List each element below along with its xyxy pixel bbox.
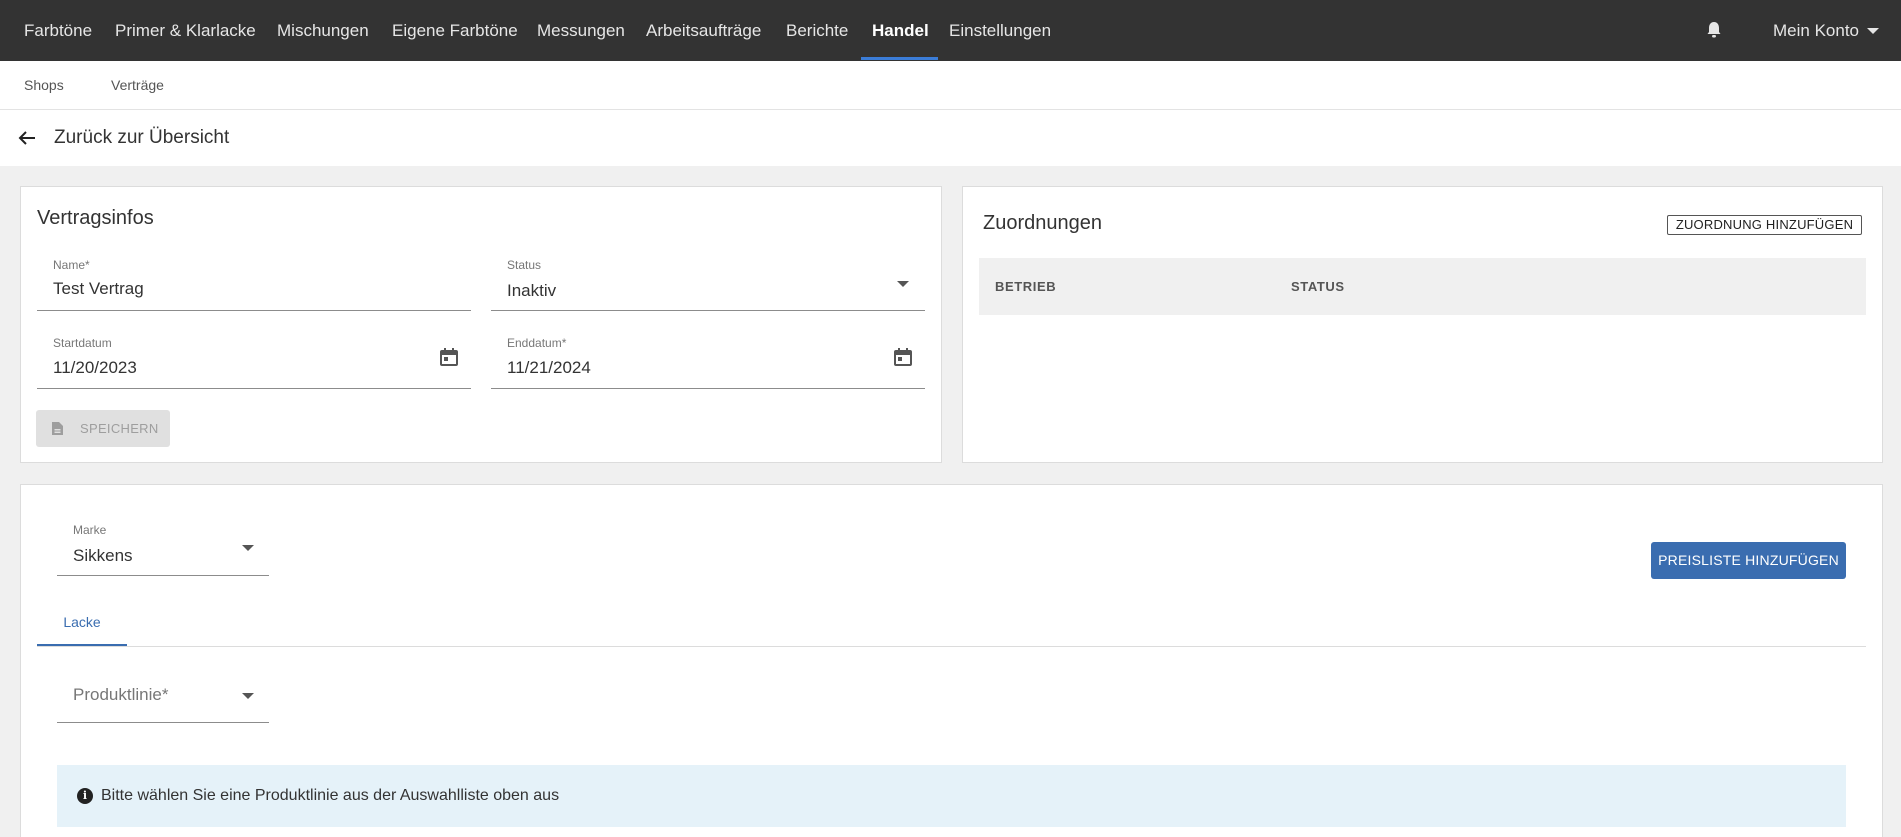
chevron-down-icon[interactable] <box>1867 28 1879 34</box>
save-button-label: SPEICHERN <box>80 421 159 436</box>
back-bar: Zurück zur Übersicht <box>0 110 1901 166</box>
tab-divider <box>37 646 1866 647</box>
nav-item-messungen[interactable]: Messungen <box>537 0 625 61</box>
product-line-select[interactable]: Produktlinie* <box>57 670 269 723</box>
nav-item-handel[interactable]: Handel <box>872 0 929 61</box>
info-message: Bitte wählen Sie eine Produktlinie aus d… <box>101 787 560 804</box>
document-icon <box>52 422 63 435</box>
nav-item-eigene-farbtoene[interactable]: Eigene Farbtöne <box>392 0 518 61</box>
chevron-down-icon[interactable] <box>242 545 254 551</box>
calendar-icon[interactable] <box>893 347 913 367</box>
arrow-left-icon[interactable] <box>18 130 36 146</box>
sub-navigation: Shops Verträge <box>0 61 1901 110</box>
tab-lacke[interactable]: Lacke <box>37 611 127 647</box>
status-select[interactable]: Status Inaktiv <box>491 258 925 311</box>
end-date-value[interactable]: 11/21/2024 <box>507 358 591 378</box>
assignments-title: Zuordnungen <box>983 212 1102 234</box>
back-to-overview-link[interactable]: Zurück zur Übersicht <box>54 110 229 166</box>
start-date-field[interactable]: Startdatum 11/20/2023 <box>37 336 471 389</box>
brand-value[interactable]: Sikkens <box>73 546 133 566</box>
subnav-item-shops[interactable]: Shops <box>24 61 64 109</box>
nav-item-arbeitsauftraege[interactable]: Arbeitsaufträge <box>646 0 761 61</box>
end-date-label: Enddatum* <box>507 336 567 350</box>
contract-info-title: Vertragsinfos <box>37 207 154 229</box>
subnav-item-vertraege[interactable]: Verträge <box>111 61 164 109</box>
name-field[interactable]: Name* Test Vertrag <box>37 258 471 311</box>
start-date-value[interactable]: 11/20/2023 <box>53 358 137 378</box>
column-header-status[interactable]: STATUS <box>1291 258 1345 315</box>
name-label: Name* <box>53 258 90 272</box>
notification-bell-icon[interactable] <box>1706 21 1722 39</box>
start-date-label: Startdatum <box>53 336 112 350</box>
save-button[interactable]: SPEICHERN <box>36 410 170 447</box>
name-value[interactable]: Test Vertrag <box>53 279 144 299</box>
end-date-field[interactable]: Enddatum* 11/21/2024 <box>491 336 925 389</box>
add-pricelist-button[interactable]: PREISLISTE HINZUFÜGEN <box>1651 542 1846 579</box>
chevron-down-icon[interactable] <box>242 693 254 699</box>
status-label: Status <box>507 258 542 272</box>
nav-item-einstellungen[interactable]: Einstellungen <box>949 0 1051 61</box>
active-nav-indicator <box>861 57 938 60</box>
nav-item-mischungen[interactable]: Mischungen <box>277 0 369 61</box>
nav-item-farbtoene[interactable]: Farbtöne <box>24 0 92 61</box>
chevron-down-icon[interactable] <box>897 281 909 287</box>
account-menu[interactable]: Mein Konto <box>1773 0 1859 61</box>
info-icon: i <box>77 788 93 804</box>
add-assignment-button[interactable]: ZUORDNUNG HINZUFÜGEN <box>1667 215 1862 235</box>
product-line-placeholder: Produktlinie* <box>73 685 169 704</box>
info-message-box: i Bitte wählen Sie eine Produktlinie aus… <box>57 765 1846 827</box>
brand-label: Marke <box>73 523 107 537</box>
status-value[interactable]: Inaktiv <box>507 281 556 301</box>
calendar-icon[interactable] <box>439 347 459 367</box>
nav-item-berichte[interactable]: Berichte <box>786 0 848 61</box>
brand-select[interactable]: Marke Sikkens <box>57 523 269 576</box>
column-header-betrieb[interactable]: BETRIEB <box>995 258 1056 315</box>
assignments-table-header: BETRIEB STATUS <box>979 258 1866 315</box>
nav-item-primer-klarlacke[interactable]: Primer & Klarlacke <box>115 0 256 61</box>
top-navigation: Farbtöne Primer & Klarlacke Mischungen E… <box>0 0 1901 61</box>
